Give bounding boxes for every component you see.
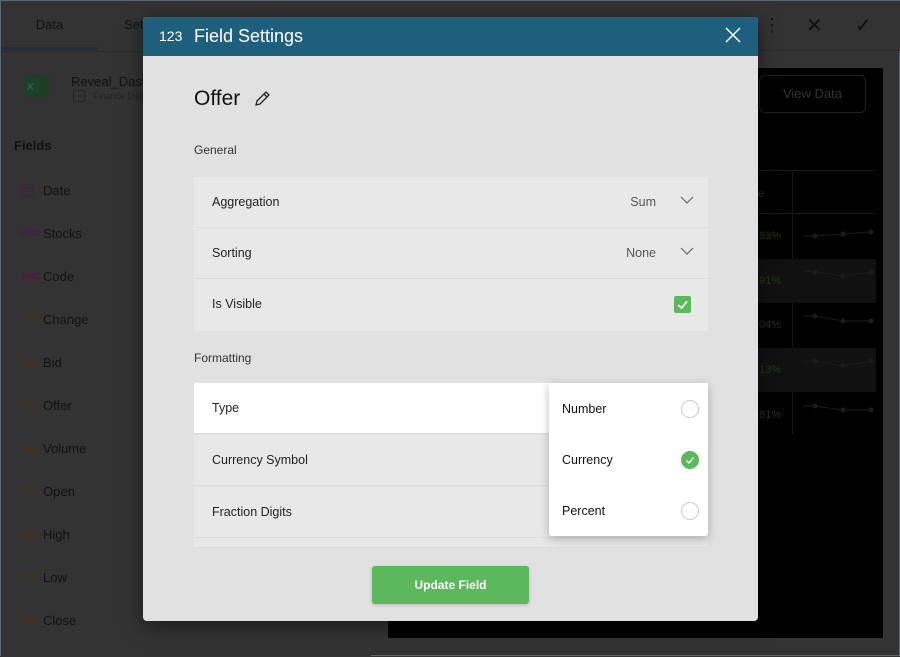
number-type-icon: 123 <box>21 529 37 539</box>
field-item[interactable]: 123 High <box>21 524 70 544</box>
percent-cell: 81% <box>759 409 782 421</box>
general-section-label: General <box>194 143 237 157</box>
option-label: Currency <box>562 453 613 467</box>
field-label: Change <box>43 311 89 327</box>
radio-selected-check-icon[interactable] <box>681 451 699 469</box>
field-item[interactable]: 123 Volume <box>21 438 86 458</box>
is-visible-label: Is Visible <box>212 297 262 311</box>
field-label: Stocks <box>43 225 83 241</box>
field-label: Bid <box>43 354 62 370</box>
column-header: e <box>758 188 765 200</box>
percent-cell: 83% <box>759 230 782 242</box>
chevron-down-icon[interactable] <box>680 195 694 205</box>
aggregation-row[interactable]: Aggregation Sum <box>194 177 708 228</box>
field-item[interactable]: ABC Stocks <box>21 223 82 243</box>
radio-unselected[interactable] <box>681 400 699 418</box>
field-label: Open <box>43 483 75 499</box>
sparklines <box>802 229 874 413</box>
option-number[interactable]: Number <box>549 383 708 434</box>
is-visible-checkbox[interactable] <box>674 296 691 313</box>
percent-cell: 91% <box>759 275 782 287</box>
text-type-icon: ABC <box>21 228 41 238</box>
field-item[interactable]: 123 Low <box>21 567 67 587</box>
field-item[interactable]: Date <box>21 180 70 200</box>
radio-unselected[interactable] <box>681 502 699 520</box>
field-name: Offer <box>194 87 241 110</box>
percent-cell: 04% <box>759 319 782 331</box>
option-label: Percent <box>562 504 606 518</box>
edit-pencil-icon[interactable] <box>253 90 271 108</box>
field-item[interactable]: 123 Open <box>21 481 75 501</box>
number-type-icon: 123 <box>159 28 183 44</box>
field-item[interactable]: 123 Close <box>21 610 76 630</box>
dialog-title: Field Settings <box>194 26 304 46</box>
fields-title: Fields <box>14 138 52 153</box>
number-type-icon: 123 <box>21 572 37 582</box>
fraction-digits-label: Fraction Digits <box>212 505 292 519</box>
active-tab-indicator <box>1 47 98 50</box>
is-visible-row: Is Visible <box>194 279 708 331</box>
dialog-header: 123 Field Settings <box>143 17 758 56</box>
number-type-icon: 123 <box>21 314 37 324</box>
excel-icon: X <box>23 75 49 97</box>
partial-row <box>194 538 708 548</box>
number-type-icon: 123 <box>21 443 37 453</box>
number-type-icon: 123 <box>21 400 37 410</box>
percent-cell: 13% <box>759 364 782 376</box>
field-label: Volume <box>43 440 87 456</box>
field-label: Low <box>43 569 67 585</box>
update-field-button[interactable]: Update Field <box>372 566 529 604</box>
field-item[interactable]: 123 Offer <box>21 395 72 415</box>
calendar-icon <box>21 183 43 198</box>
chevron-down-icon[interactable] <box>680 246 694 256</box>
check-icon[interactable]: ✓ <box>855 13 872 38</box>
field-label: Close <box>43 612 77 628</box>
field-item[interactable]: 123 Bid <box>21 352 62 372</box>
tab-data[interactable]: Data <box>1 1 98 51</box>
number-type-icon: 123 <box>21 486 37 496</box>
type-label: Type <box>212 401 240 415</box>
formatting-section-label: Formatting <box>194 351 252 365</box>
field-label: Date <box>43 182 71 198</box>
svg-text:X: X <box>27 82 34 93</box>
type-dropdown: Number Currency Percent <box>549 383 708 536</box>
table-icon <box>73 90 85 102</box>
field-label: Offer <box>43 397 72 413</box>
field-item[interactable]: 123 Change <box>21 309 89 329</box>
option-percent[interactable]: Percent <box>549 485 708 536</box>
currency-symbol-label: Currency Symbol <box>212 453 308 467</box>
sorting-row[interactable]: Sorting None <box>194 228 708 279</box>
field-label: High <box>43 526 70 542</box>
aggregation-value: Sum <box>630 195 656 209</box>
aggregation-label: Aggregation <box>212 195 280 209</box>
field-settings-dialog: 123 Field Settings Offer General Aggrega… <box>143 17 758 621</box>
text-type-icon: ABC <box>21 271 41 281</box>
field-label: Code <box>43 268 75 284</box>
view-data-button[interactable]: View Data <box>759 75 866 113</box>
more-icon[interactable]: ⋮ <box>763 15 781 36</box>
option-label: Number <box>562 402 607 416</box>
sorting-label: Sorting <box>212 246 252 260</box>
number-type-icon: 123 <box>21 357 37 367</box>
sorting-value: None <box>626 246 656 260</box>
close-icon[interactable] <box>724 26 742 44</box>
field-item[interactable]: ABC Code <box>21 266 74 286</box>
option-currency[interactable]: Currency <box>549 434 708 485</box>
number-type-icon: 123 <box>21 615 37 625</box>
close-icon[interactable]: ✕ <box>806 13 823 38</box>
